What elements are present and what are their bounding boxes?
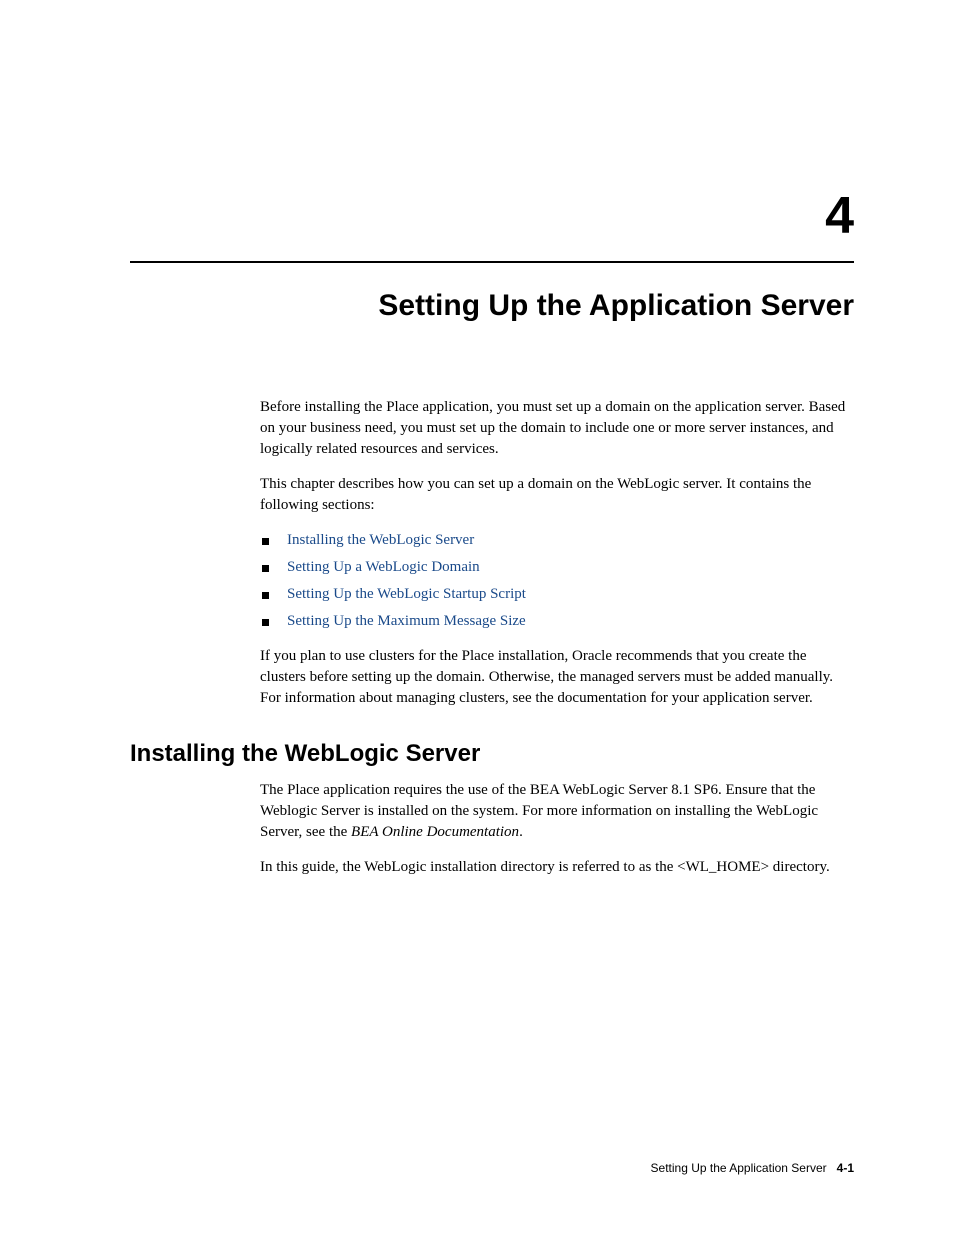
toc-link-installing[interactable]: Installing the WebLogic Server bbox=[287, 530, 474, 551]
toc-item: Setting Up the Maximum Message Size bbox=[260, 611, 854, 632]
chapter-rule bbox=[130, 261, 854, 263]
bullet-icon bbox=[262, 619, 269, 626]
section1-p1-post: . bbox=[519, 824, 523, 840]
section1-paragraph-1: The Place application requires the use o… bbox=[260, 780, 854, 843]
footer-page-number: 4-1 bbox=[837, 1161, 854, 1175]
section1-p1-pre: The Place application requires the use o… bbox=[260, 782, 818, 840]
after-toc-paragraph: If you plan to use clusters for the Plac… bbox=[260, 646, 854, 709]
page-footer: Setting Up the Application Server 4-1 bbox=[651, 1160, 854, 1177]
intro-paragraph-2: This chapter describes how you can set u… bbox=[260, 474, 854, 516]
bullet-icon bbox=[262, 565, 269, 572]
section-toc-list: Installing the WebLogic Server Setting U… bbox=[260, 530, 854, 632]
chapter-number: 4 bbox=[130, 180, 854, 253]
toc-link-domain[interactable]: Setting Up a WebLogic Domain bbox=[287, 557, 480, 578]
bullet-icon bbox=[262, 592, 269, 599]
toc-link-startup[interactable]: Setting Up the WebLogic Startup Script bbox=[287, 584, 526, 605]
toc-item: Setting Up the WebLogic Startup Script bbox=[260, 584, 854, 605]
bullet-icon bbox=[262, 538, 269, 545]
section1-paragraph-2: In this guide, the WebLogic installation… bbox=[260, 857, 854, 878]
toc-item: Installing the WebLogic Server bbox=[260, 530, 854, 551]
chapter-title: Setting Up the Application Server bbox=[130, 285, 854, 327]
footer-text: Setting Up the Application Server bbox=[651, 1161, 827, 1175]
section-heading-installing: Installing the WebLogic Server bbox=[130, 737, 854, 771]
section1-p1-italic: BEA Online Documentation bbox=[351, 824, 519, 840]
toc-item: Setting Up a WebLogic Domain bbox=[260, 557, 854, 578]
toc-link-message-size[interactable]: Setting Up the Maximum Message Size bbox=[287, 611, 526, 632]
intro-paragraph-1: Before installing the Place application,… bbox=[260, 397, 854, 460]
